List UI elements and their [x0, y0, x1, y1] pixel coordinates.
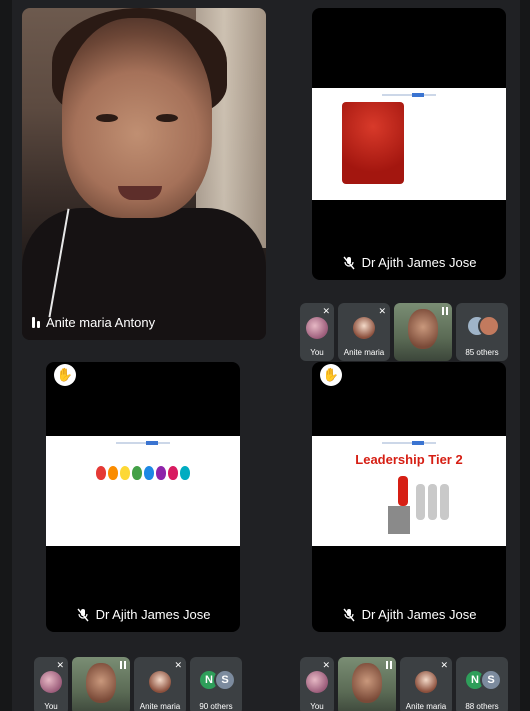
self-tile[interactable]: ✕ You	[300, 657, 334, 711]
audio-bars-icon	[442, 307, 448, 315]
avatar	[306, 317, 328, 339]
participant-tile[interactable]: ✕ Anite maria	[338, 303, 390, 361]
participant-face	[86, 663, 116, 703]
self-label: You	[310, 702, 324, 711]
speaker-name: Anite maria Antony	[46, 315, 156, 330]
avatar	[40, 671, 62, 693]
avatar-stack	[462, 315, 502, 339]
avatar-s: S	[214, 669, 236, 691]
speaker-face	[62, 18, 212, 218]
mic-off-icon: ✕	[322, 306, 330, 316]
right-eye	[156, 114, 178, 122]
presenter-label: Dr Ajith James Jose	[312, 255, 506, 270]
follower-figure	[440, 484, 449, 520]
video-thumbnail[interactable]	[72, 657, 130, 711]
raise-hand-icon: ✋	[54, 364, 76, 386]
slide-progress	[382, 441, 436, 445]
presenter-label: Dr Ajith James Jose	[46, 607, 240, 622]
video-thumbnail[interactable]	[338, 657, 396, 711]
avatar	[415, 671, 437, 693]
participant-tile[interactable]: ✕ Anite maria	[400, 657, 452, 711]
presenter-name: Dr Ajith James Jose	[95, 607, 211, 622]
avatar	[478, 315, 500, 337]
follower-figure	[428, 484, 437, 520]
video-thumbnail[interactable]	[394, 303, 452, 361]
follower-figure	[416, 484, 425, 520]
audio-bars-icon	[32, 317, 40, 328]
participant-label: Anite maria	[343, 348, 385, 357]
mic-off-icon: ✕	[440, 660, 448, 670]
podium	[388, 506, 410, 534]
self-label: You	[44, 702, 58, 711]
mic-off-icon: ✕	[322, 660, 330, 670]
slide-balloons	[96, 466, 196, 496]
presenter-name: Dr Ajith James Jose	[361, 607, 477, 622]
avatar	[306, 671, 328, 693]
avatar	[353, 317, 375, 339]
participant-label: Anite maria	[139, 702, 181, 711]
left-eye	[96, 114, 118, 122]
presenter-label: Dr Ajith James Jose	[312, 607, 506, 622]
mic-off-icon	[343, 608, 355, 621]
slide-preview	[46, 436, 240, 546]
presentation-tile-bottom-right[interactable]: ✋ Leadership Tier 2 Dr Ajith James Jose	[312, 362, 506, 632]
avatar	[149, 671, 171, 693]
audio-bars-icon	[120, 661, 126, 669]
others-tile[interactable]: N S 88 others	[456, 657, 508, 711]
participant-label: Anite maria	[405, 702, 447, 711]
participant-strip-bottom-left: ✕ You ✕ Anite maria N S 90 others	[34, 657, 242, 711]
avatar-s: S	[480, 669, 502, 691]
slide-title: Leadership Tier 2	[355, 452, 463, 467]
speaker-video-tile[interactable]: Anite maria Antony	[22, 8, 266, 340]
right-edge	[520, 0, 530, 711]
participant-strip-top: ✕ You ✕ Anite maria 85 others	[300, 303, 508, 361]
others-count: 88 others	[465, 702, 499, 711]
raise-hand-icon: ✋	[320, 364, 342, 386]
mic-off-icon	[77, 608, 89, 621]
self-tile[interactable]: ✕ You	[300, 303, 334, 361]
presenter-name: Dr Ajith James Jose	[361, 255, 477, 270]
audio-bars-icon	[386, 661, 392, 669]
others-count: 85 others	[465, 348, 499, 357]
speaker-label: Anite maria Antony	[32, 315, 155, 330]
left-edge	[0, 0, 12, 711]
slide-preview	[312, 88, 506, 200]
participant-face	[352, 663, 382, 703]
participant-tile[interactable]: ✕ Anite maria	[134, 657, 186, 711]
mic-off-icon: ✕	[378, 306, 386, 316]
slide-progress	[116, 441, 170, 445]
slide-progress	[382, 93, 436, 97]
presentation-tile-top[interactable]: Dr Ajith James Jose	[312, 8, 506, 280]
slide-text-lines	[422, 110, 498, 116]
mic-off-icon: ✕	[174, 660, 182, 670]
mic-off-icon	[343, 256, 355, 269]
mouth	[118, 186, 162, 200]
participant-strip-bottom-right: ✕ You ✕ Anite maria N S 88 others	[300, 657, 508, 711]
self-tile[interactable]: ✕ You	[34, 657, 68, 711]
presentation-tile-bottom-left[interactable]: ✋ Dr Ajith James Jose	[46, 362, 240, 632]
slide-red-card	[342, 102, 404, 184]
others-tile[interactable]: N S 90 others	[190, 657, 242, 711]
participant-face	[408, 309, 438, 349]
self-label: You	[310, 348, 324, 357]
others-tile[interactable]: 85 others	[456, 303, 508, 361]
leader-figure	[398, 476, 408, 506]
meeting-grid: Anite maria Antony Dr Ajith James Jose ✕…	[0, 0, 530, 711]
mic-off-icon: ✕	[56, 660, 64, 670]
avatar-stack: N S	[462, 669, 502, 693]
slide-preview: Leadership Tier 2	[312, 436, 506, 546]
avatar-stack: N S	[196, 669, 236, 693]
others-count: 90 others	[199, 702, 233, 711]
